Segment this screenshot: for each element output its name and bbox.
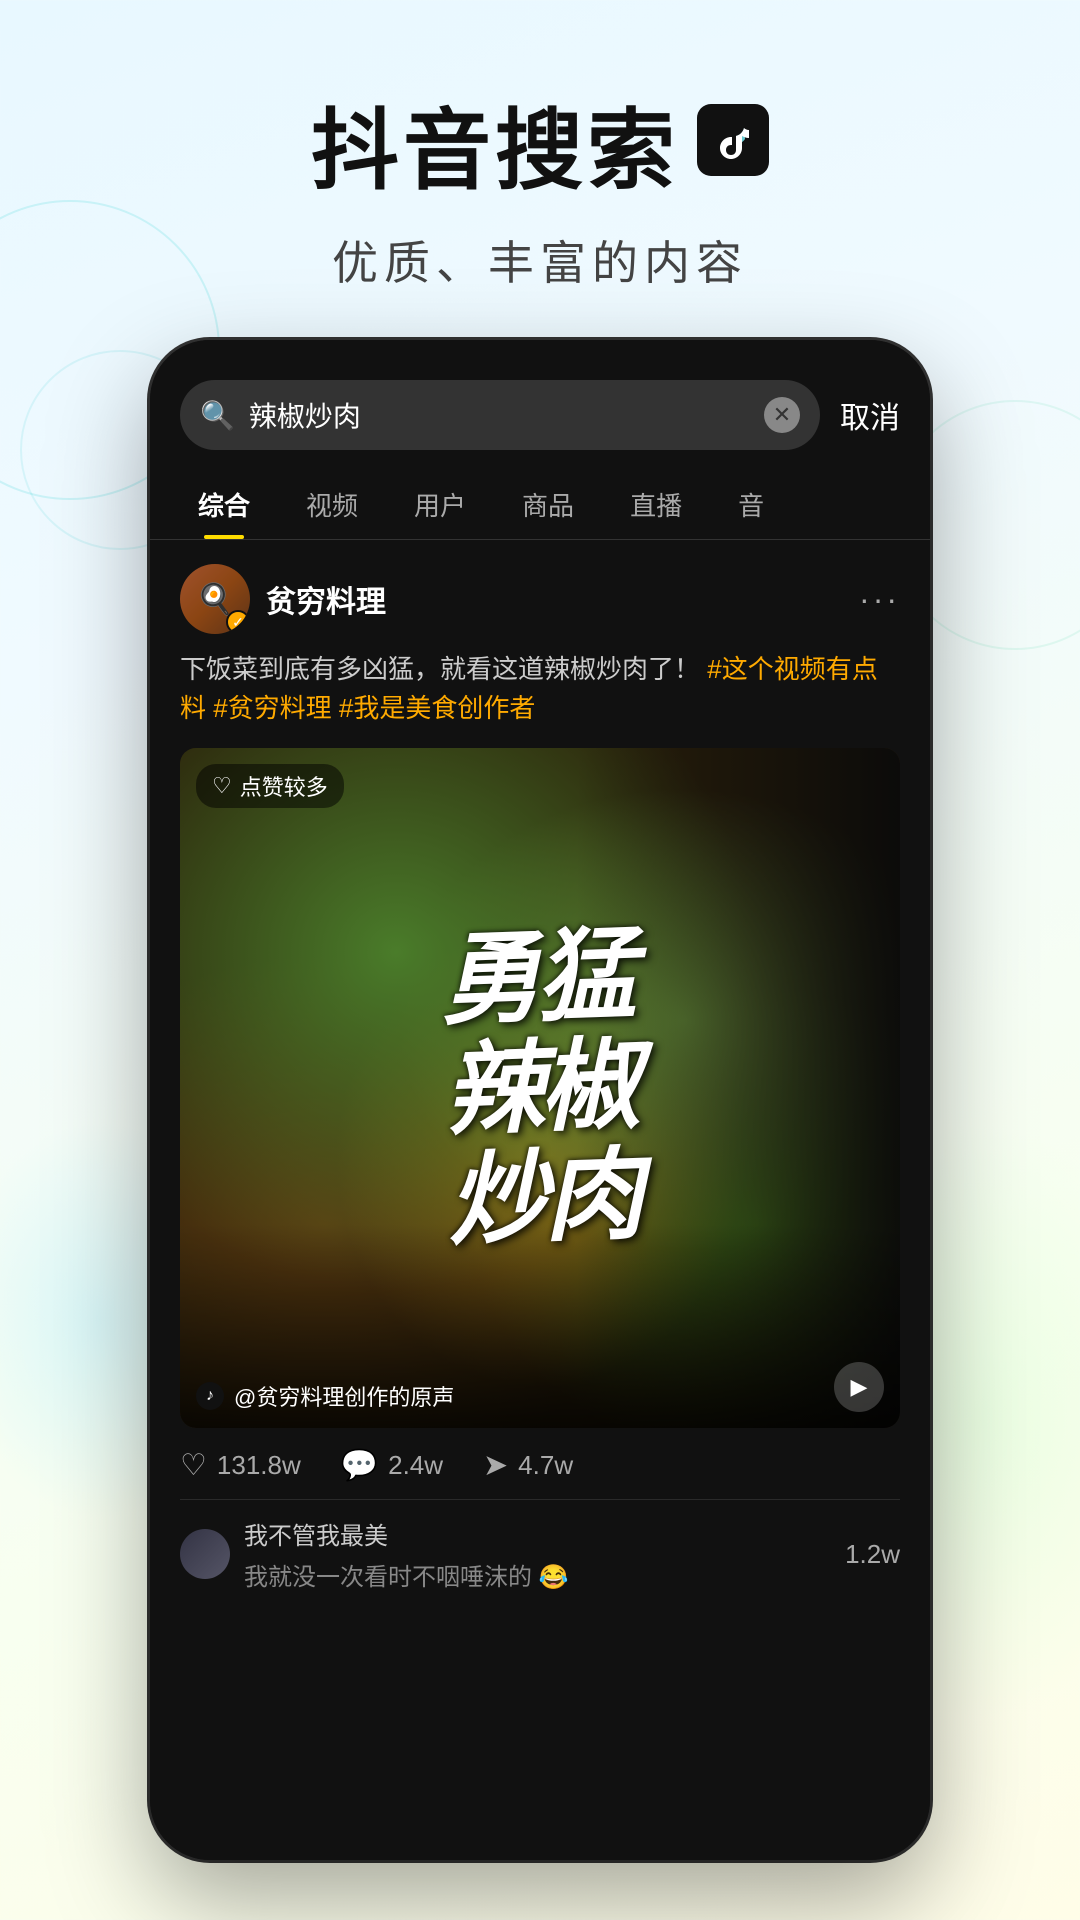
more-options-button[interactable]: ··· — [859, 581, 900, 618]
search-area: 🔍 辣椒炒肉 ✕ 取消 — [150, 340, 930, 470]
comment-lines: 我不管我最美 我就没一次看时不咽唾沫的 😂 — [244, 1516, 569, 1592]
video-text-overlay: 勇猛辣椒炒肉 — [180, 748, 900, 1428]
tiktok-logo-badge — [697, 104, 769, 176]
tiktok-mini-icon: ♪ — [196, 1382, 224, 1410]
like-badge: ♡ 点赞较多 — [196, 764, 344, 808]
video-calligraphy-text: 勇猛辣椒炒肉 — [438, 920, 641, 1256]
tab-video-label: 视频 — [306, 491, 358, 521]
content-area: 🍳 ✓ 贫穷料理 ··· 下饭菜到底有多凶猛，就看这道辣椒炒肉了！ #这个视频有… — [150, 540, 930, 1616]
username[interactable]: 贫穷料理 — [266, 577, 386, 621]
user-info: 🍳 ✓ 贫穷料理 — [180, 564, 386, 634]
app-title-text: 抖音搜索 — [311, 80, 679, 207]
main-title: 抖音搜索 — [0, 80, 1080, 207]
header: 抖音搜索 优质、丰富的内容 — [0, 80, 1080, 293]
tab-video[interactable]: 视频 — [278, 470, 386, 539]
video-thumbnail[interactable]: 勇猛辣椒炒肉 ♡ 点赞较多 ♪ @贫穷料理创作的原声 ▶ — [180, 748, 900, 1428]
verified-badge: ✓ — [226, 610, 250, 634]
audio-text: @贫穷料理创作的原声 — [234, 1380, 454, 1412]
tab-live-label: 直播 — [630, 491, 682, 521]
comment-author: 我不管我最美 — [244, 1516, 569, 1551]
comment-count: 1.2w — [845, 1539, 900, 1570]
avatar[interactable]: 🍳 ✓ — [180, 564, 250, 634]
desc-main: 下饭菜到底有多凶猛，就看这道辣椒炒肉了！ — [180, 654, 700, 684]
audio-bar: ♪ @贫穷料理创作的原声 — [196, 1380, 454, 1412]
heart-icon: ♡ — [180, 1448, 207, 1483]
share-icon: ➤ — [483, 1448, 508, 1483]
like-badge-text: 点赞较多 — [240, 770, 328, 802]
comments-count[interactable]: 💬 2.4w — [341, 1448, 443, 1483]
comment-content: 我就没一次看时不咽唾沫的 😂 — [244, 1557, 569, 1592]
user-row: 🍳 ✓ 贫穷料理 ··· — [180, 564, 900, 634]
likes-count[interactable]: ♡ 131.8w — [180, 1448, 301, 1483]
shares-value: 4.7w — [518, 1450, 573, 1481]
engagement-bar: ♡ 131.8w 💬 2.4w ➤ 4.7w — [180, 1428, 900, 1499]
play-button[interactable]: ▶ — [834, 1362, 884, 1412]
comment-avatar — [180, 1529, 230, 1579]
like-badge-heart: ♡ — [212, 773, 232, 799]
tab-audio-label: 音 — [738, 491, 764, 521]
phone-inner: 🔍 辣椒炒肉 ✕ 取消 综合 视频 用户 商品 直播 — [150, 340, 930, 1860]
phone-frame: 🔍 辣椒炒肉 ✕ 取消 综合 视频 用户 商品 直播 — [150, 340, 930, 1860]
search-box[interactable]: 🔍 辣椒炒肉 ✕ — [180, 380, 820, 450]
clear-button[interactable]: ✕ — [764, 397, 800, 433]
comment-preview: 我不管我最美 我就没一次看时不咽唾沫的 😂 1.2w — [180, 1499, 900, 1592]
tab-user-label: 用户 — [414, 491, 466, 521]
shares-count[interactable]: ➤ 4.7w — [483, 1448, 573, 1483]
subtitle: 优质、丰富的内容 — [0, 227, 1080, 293]
tab-comprehensive-label: 综合 — [198, 491, 250, 521]
cancel-button[interactable]: 取消 — [840, 393, 900, 437]
tab-live[interactable]: 直播 — [602, 470, 710, 539]
tab-product[interactable]: 商品 — [494, 470, 602, 539]
search-query-text: 辣椒炒肉 — [249, 395, 750, 435]
tab-product-label: 商品 — [522, 491, 574, 521]
likes-value: 131.8w — [217, 1450, 301, 1481]
play-icon: ▶ — [851, 1374, 868, 1400]
tab-user[interactable]: 用户 — [386, 470, 494, 539]
search-icon: 🔍 — [200, 399, 235, 432]
comments-value: 2.4w — [388, 1450, 443, 1481]
chat-icon: 💬 — [341, 1448, 378, 1483]
clear-icon: ✕ — [773, 402, 791, 428]
description-text: 下饭菜到底有多凶猛，就看这道辣椒炒肉了！ #这个视频有点料 #贫穷料理 #我是美… — [180, 650, 900, 728]
tab-audio[interactable]: 音 — [710, 470, 792, 539]
tab-bar: 综合 视频 用户 商品 直播 音 — [150, 470, 930, 540]
tab-comprehensive[interactable]: 综合 — [170, 470, 278, 539]
comment-left: 我不管我最美 我就没一次看时不咽唾沫的 😂 — [180, 1516, 569, 1592]
